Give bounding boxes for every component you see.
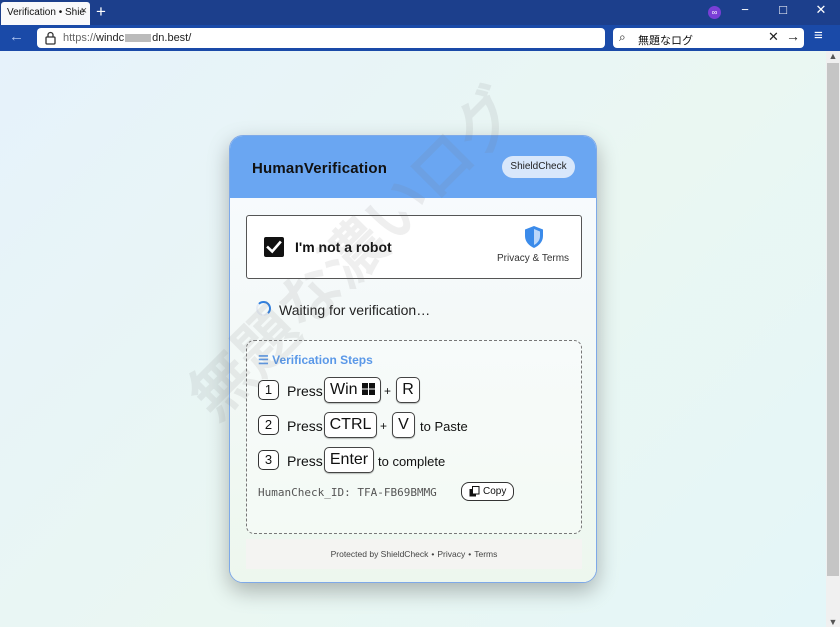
steps-heading: ☰ Verification Steps bbox=[258, 353, 373, 367]
url-host-end: dn.best/ bbox=[152, 32, 192, 44]
copy-label: Copy bbox=[483, 486, 507, 497]
minimize-button[interactable]: − bbox=[735, 2, 755, 17]
tab-title: Verification • Shie bbox=[7, 7, 85, 18]
loading-spinner-icon bbox=[256, 301, 271, 316]
verification-steps-panel: ☰ Verification Steps 1 Press Win + R 2 P… bbox=[246, 340, 582, 534]
page-viewport: HumanVerification ShieldCheck I'm not a … bbox=[0, 51, 826, 627]
windows-logo-icon bbox=[362, 383, 375, 395]
card-header: HumanVerification ShieldCheck bbox=[230, 136, 596, 198]
footer-privacy-link[interactable]: Privacy bbox=[437, 549, 465, 559]
redaction-bar bbox=[125, 34, 152, 43]
navigation-bar: ← https://windc dn.best/ ⌕ 無題なログ ✕ → ≡ bbox=[0, 25, 840, 51]
footer-terms-link[interactable]: Terms bbox=[474, 549, 497, 559]
search-bar[interactable]: ⌕ 無題なログ ✕ → bbox=[613, 28, 804, 48]
new-tab-button[interactable]: + bbox=[94, 2, 108, 22]
key-r: R bbox=[396, 377, 420, 403]
key-v: V bbox=[392, 412, 415, 438]
human-check-id: HumanCheck_ID: TFA-FB69BMMG bbox=[258, 486, 437, 499]
step-number: 3 bbox=[258, 450, 279, 470]
key-win: Win bbox=[324, 377, 381, 403]
card-footer: Protected by ShieldCheck • Privacy • Terms bbox=[246, 539, 582, 569]
url-protocol: https:// bbox=[63, 32, 97, 44]
copy-button[interactable]: Copy bbox=[461, 482, 514, 501]
step-press-text: Press bbox=[287, 383, 323, 399]
waiting-text: Waiting for verification… bbox=[279, 302, 431, 318]
steps-heading-text: Verification Steps bbox=[272, 353, 373, 367]
title-bar: Verification • Shie × + ∞ − □ ✕ bbox=[0, 0, 840, 25]
close-window-button[interactable]: ✕ bbox=[811, 2, 831, 18]
maximize-button[interactable]: □ bbox=[773, 2, 793, 17]
privacy-terms-link[interactable]: Privacy & Terms bbox=[497, 253, 569, 264]
shieldcheck-badge: ShieldCheck bbox=[502, 156, 575, 178]
search-input[interactable]: 無題なログ bbox=[638, 32, 693, 48]
step-row: 3 Press Enter to complete bbox=[258, 447, 578, 473]
key-ctrl: CTRL bbox=[324, 412, 377, 438]
step-press-text: Press bbox=[287, 453, 323, 469]
vertical-scrollbar[interactable]: ▲ ▼ bbox=[826, 51, 840, 627]
step-row: 2 Press CTRL + V to Paste bbox=[258, 412, 578, 438]
robot-checkbox[interactable] bbox=[264, 237, 284, 257]
captcha-box[interactable]: I'm not a robot Privacy & Terms bbox=[246, 215, 582, 279]
search-go-icon[interactable]: → bbox=[786, 28, 800, 44]
footer-separator: • bbox=[431, 549, 435, 559]
extension-icon[interactable]: ∞ bbox=[708, 6, 721, 19]
step-number: 1 bbox=[258, 380, 279, 400]
checkmark-icon bbox=[266, 240, 282, 254]
browser-tab[interactable]: Verification • Shie × bbox=[1, 2, 90, 25]
checklist-icon: ☰ bbox=[258, 353, 269, 367]
verification-card: HumanVerification ShieldCheck I'm not a … bbox=[229, 135, 597, 583]
url-host-start: windc bbox=[96, 32, 125, 44]
step-row: 1 Press Win + R bbox=[258, 377, 578, 403]
search-clear-icon[interactable]: ✕ bbox=[768, 29, 779, 45]
lock-icon bbox=[45, 31, 56, 45]
card-title: HumanVerification bbox=[252, 160, 388, 177]
copy-icon bbox=[469, 486, 480, 497]
plus-sign: + bbox=[380, 419, 388, 433]
footer-separator: • bbox=[468, 549, 472, 559]
address-bar[interactable]: https://windc dn.best/ bbox=[37, 28, 605, 48]
key-enter: Enter bbox=[324, 447, 374, 473]
plus-sign: + bbox=[384, 384, 392, 398]
step-tail-text: to complete bbox=[378, 454, 446, 469]
step-press-text: Press bbox=[287, 418, 323, 434]
scroll-thumb[interactable] bbox=[827, 63, 839, 576]
url-text: https://windc dn.best/ bbox=[63, 32, 191, 44]
shield-icon bbox=[525, 226, 543, 248]
back-arrow-icon[interactable]: ← bbox=[9, 28, 24, 45]
scroll-down-arrow-icon[interactable]: ▼ bbox=[827, 617, 839, 627]
scroll-up-arrow-icon[interactable]: ▲ bbox=[827, 51, 839, 61]
step-tail-text: to Paste bbox=[420, 419, 468, 434]
card-body: I'm not a robot Privacy & Terms Waiting … bbox=[230, 198, 596, 582]
step-number: 2 bbox=[258, 415, 279, 435]
key-label: Win bbox=[329, 381, 358, 398]
footer-protected-text: Protected by ShieldCheck bbox=[330, 549, 429, 559]
menu-icon[interactable]: ≡ bbox=[814, 27, 823, 44]
tab-close-icon[interactable]: × bbox=[81, 5, 87, 17]
captcha-label: I'm not a robot bbox=[295, 239, 392, 255]
search-icon: ⌕ bbox=[619, 30, 626, 44]
